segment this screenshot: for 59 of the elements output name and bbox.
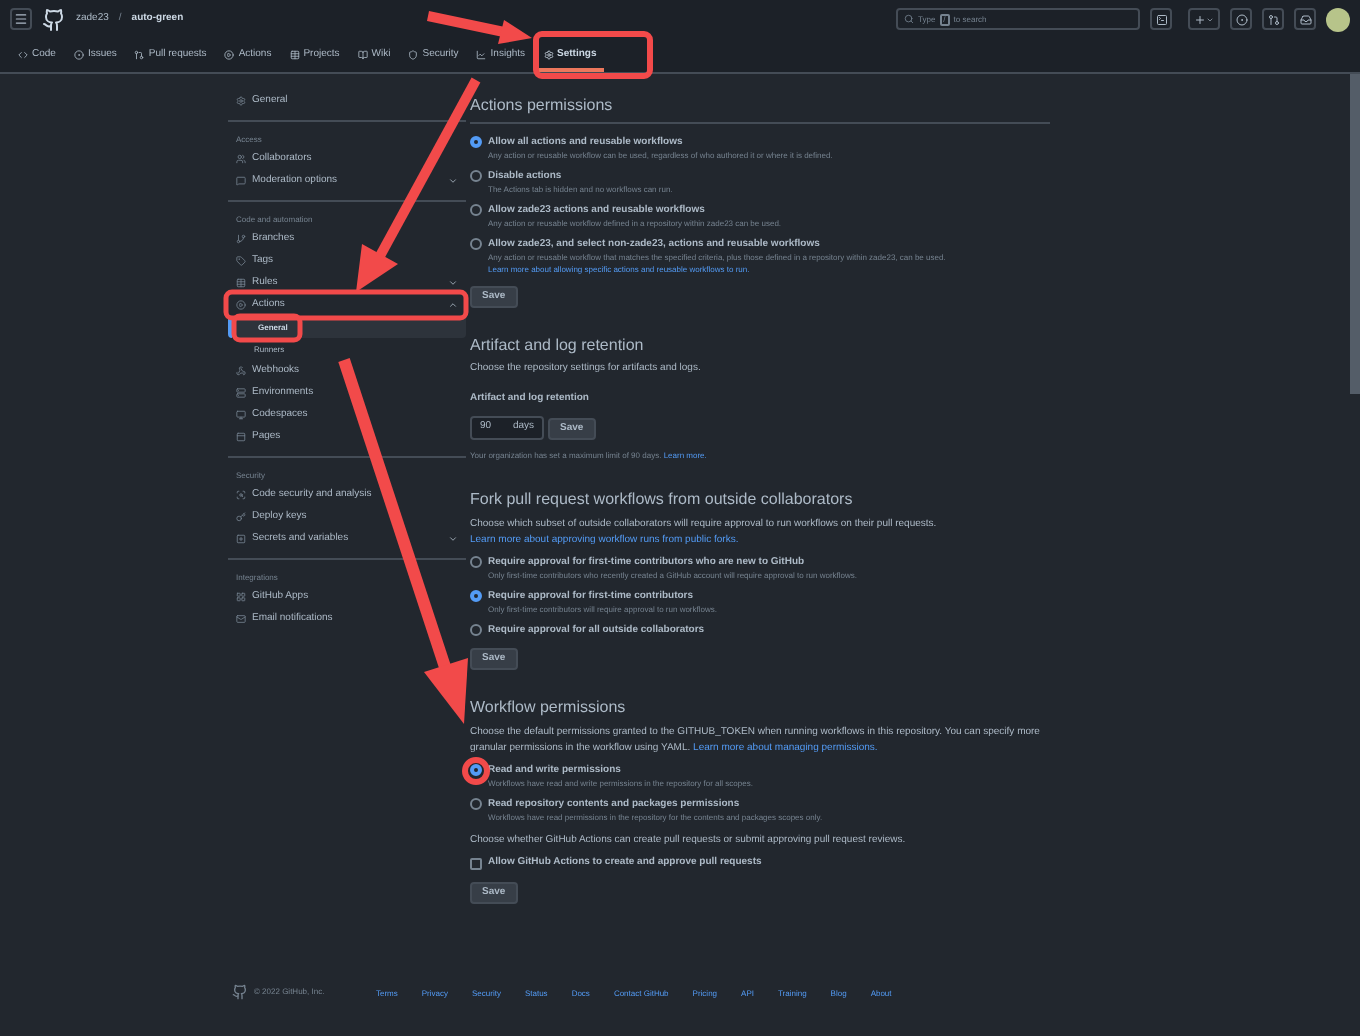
menu-icon: [14, 12, 28, 26]
pull-request-icon: [134, 50, 145, 60]
radio-button[interactable]: [470, 556, 482, 568]
radio-button[interactable]: [470, 624, 482, 636]
avatar[interactable]: [1326, 7, 1350, 31]
apps-icon: [236, 592, 246, 602]
scan-icon: [236, 490, 246, 500]
radio-button[interactable]: [470, 238, 482, 250]
radio-button[interactable]: [470, 764, 482, 776]
plus-icon: [1194, 13, 1206, 25]
tag-icon: [236, 256, 246, 266]
command-palette-button[interactable]: [1150, 8, 1172, 30]
section-title: Fork pull request workflows from outside collaborators: [470, 490, 855, 510]
table-icon: [289, 50, 300, 60]
inbox-button[interactable]: [1294, 8, 1316, 30]
comment-icon: [236, 176, 246, 186]
radio-button[interactable]: [470, 170, 482, 182]
github-logo-icon: [232, 984, 248, 1000]
highlight-circle: [462, 757, 490, 785]
code-icon: [18, 50, 28, 60]
issues-button[interactable]: [1230, 8, 1252, 30]
radio-button[interactable]: [470, 590, 482, 602]
pull-request-icon: [1267, 13, 1279, 25]
settings-icon: [543, 50, 554, 60]
webhook-icon: [236, 366, 246, 376]
menu-button[interactable]: [10, 8, 32, 30]
create-new-button[interactable]: [1188, 8, 1220, 30]
terminal-icon: [1155, 13, 1167, 25]
highlight-box: [533, 31, 653, 79]
section-title: Actions permissions: [470, 96, 1050, 124]
server-icon: [236, 388, 246, 398]
radio-button[interactable]: [470, 798, 482, 810]
key-icon: [236, 512, 246, 522]
checkbox[interactable]: [470, 857, 482, 870]
github-logo-icon: [42, 7, 66, 31]
radio-button[interactable]: [470, 136, 482, 148]
chart-icon: [476, 50, 487, 60]
circle-dot-icon: [73, 50, 84, 60]
plus-square-icon: [236, 534, 246, 544]
table-icon: [236, 278, 246, 288]
scrollbar[interactable]: [1350, 74, 1360, 394]
mail-icon: [236, 614, 246, 624]
book-icon: [357, 50, 368, 60]
inbox-icon: [1299, 13, 1311, 25]
section-title: Artifact and log retention: [470, 336, 646, 356]
play-icon: [236, 300, 246, 310]
annotation-arrow: [426, 11, 532, 44]
circle-dot-icon: [1235, 13, 1247, 25]
settings-icon: [236, 96, 246, 106]
radio-button[interactable]: [470, 204, 482, 216]
pull-requests-button[interactable]: [1262, 8, 1284, 30]
monitor-icon: [236, 410, 246, 420]
section-title: Workflow permissions: [470, 698, 628, 718]
people-icon: [236, 154, 246, 164]
play-icon: [224, 50, 235, 60]
branch-icon: [236, 234, 246, 244]
browser-icon: [236, 432, 246, 442]
shield-icon: [408, 50, 419, 60]
search-icon: [904, 14, 914, 24]
